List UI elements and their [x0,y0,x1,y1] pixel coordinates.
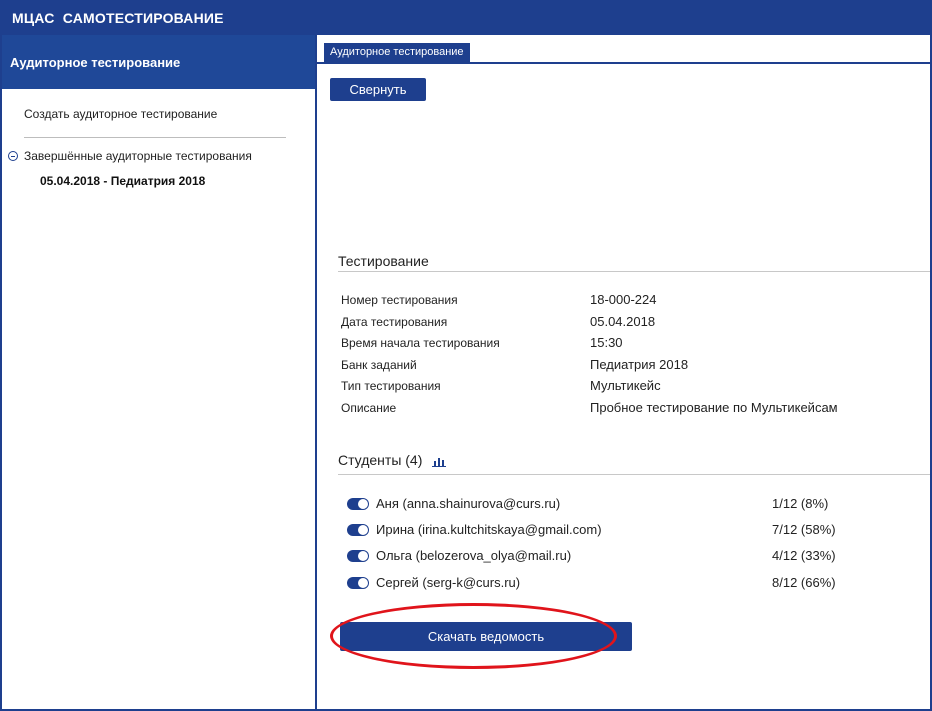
student-name: Сергей (serg-k@curs.ru) [376,575,521,590]
student-score: 8/12 (66%) [772,575,836,590]
student-score: 4/12 (33%) [772,548,836,563]
sidebar-header-label: Аудиторное тестирование [10,55,181,70]
testing-section-title: Тестирование [338,253,429,269]
info-value: Мультикейс [590,378,661,393]
app-title: МЦАС САМОТЕСТИРОВАНИЕ [12,10,224,26]
app-window: МЦАС САМОТЕСТИРОВАНИЕ Аудиторное тестиро… [0,0,932,711]
info-value: 05.04.2018 [590,314,656,329]
minus-icon[interactable] [8,151,18,161]
student-toggle[interactable] [347,550,369,562]
info-label: Дата тестирования [341,315,448,329]
tab-strip: Аудиторное тестирование [317,35,930,64]
sidebar-divider [24,137,286,138]
tree-item-testing[interactable]: 05.04.2018 - Педиатрия 2018 [40,174,205,188]
bar-chart-icon[interactable] [432,456,447,467]
create-testing-link[interactable]: Создать аудиторное тестирование [24,107,217,121]
tab-auditory-testing[interactable]: Аудиторное тестирование [324,43,470,62]
download-report-button[interactable]: Скачать ведомость [340,622,632,651]
list-item: Аня (anna.shainurova@curs.ru) 1/12 (8%) [347,496,907,514]
collapse-button[interactable]: Свернуть [330,78,426,101]
info-value: Пробное тестирование по Мультикейсам [590,400,838,415]
students-section-title: Студенты (4) [338,452,447,468]
student-score: 7/12 (58%) [772,522,836,537]
info-value: Педиатрия 2018 [590,357,689,372]
info-value: 18-000-224 [590,292,657,307]
top-bar: МЦАС САМОТЕСТИРОВАНИЕ [2,2,930,35]
testing-section-divider [338,271,930,272]
student-toggle[interactable] [347,498,369,510]
info-label: Описание [341,401,397,415]
student-toggle[interactable] [347,524,369,536]
sidebar-header[interactable]: Аудиторное тестирование [2,35,315,89]
student-name: Ольга (belozerova_olya@mail.ru) [376,548,572,563]
student-name: Ирина (irina.kultchitskaya@gmail.com) [376,522,602,537]
info-value: 15:30 [590,335,623,350]
student-toggle[interactable] [347,577,369,589]
list-item: Ирина (irina.kultchitskaya@gmail.com) 7/… [347,522,907,540]
students-title: Студенты (4) [338,452,423,468]
list-item: Ольга (belozerova_olya@mail.ru) 4/12 (33… [347,548,907,566]
info-label: Банк заданий [341,358,417,372]
tree-completed-testings[interactable]: Завершённые аудиторные тестирования [8,149,252,163]
tree-root-label: Завершённые аудиторные тестирования [24,149,252,163]
info-label: Номер тестирования [341,293,458,307]
student-name: Аня (anna.shainurova@curs.ru) [376,496,561,511]
student-score: 1/12 (8%) [772,496,829,511]
sidebar: Аудиторное тестирование Создать аудиторн… [2,35,317,709]
info-label: Время начала тестирования [341,336,500,350]
students-section-divider [338,474,930,475]
list-item: Сергей (serg-k@curs.ru) 8/12 (66%) [347,575,907,593]
info-label: Тип тестирования [341,379,441,393]
main-panel: Аудиторное тестирование Свернуть Тестиро… [317,35,930,709]
